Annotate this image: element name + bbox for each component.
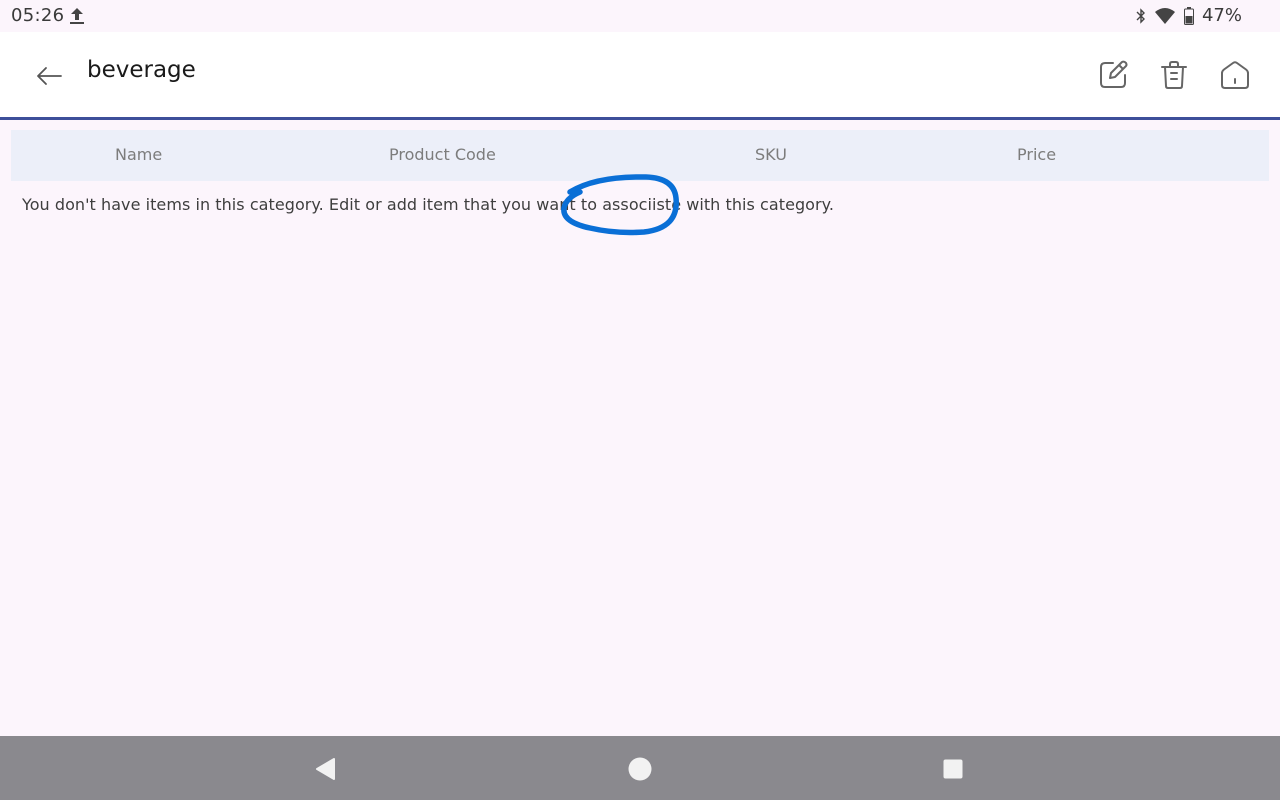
home-circle-icon <box>628 757 652 781</box>
back-triangle-icon <box>316 758 335 780</box>
nav-back-button[interactable] <box>310 754 340 784</box>
recents-square-icon <box>943 759 963 779</box>
trash-icon <box>1161 61 1187 89</box>
column-header-sku: SKU <box>755 145 787 164</box>
home-button[interactable] <box>1217 57 1253 93</box>
app-bar: beverage <box>0 32 1280 120</box>
status-bar: 05:26 47% <box>0 0 1280 32</box>
home-icon <box>1221 61 1249 89</box>
edit-icon <box>1100 60 1128 88</box>
delete-button[interactable] <box>1156 57 1192 93</box>
status-icons: 47% <box>1136 5 1242 26</box>
battery-icon <box>1183 6 1194 25</box>
bluetooth-icon <box>1136 7 1145 24</box>
empty-state-message: You don't have items in this category. E… <box>22 195 835 214</box>
arrow-left-icon <box>37 67 62 85</box>
wifi-icon <box>1154 7 1175 24</box>
page-title: beverage <box>87 57 196 83</box>
column-header-name: Name <box>115 145 163 164</box>
nav-recents-button[interactable] <box>938 754 968 784</box>
column-header-price: Price <box>1017 145 1057 164</box>
system-nav-bar <box>0 736 1280 800</box>
table-header: Name Product Code SKU Price <box>11 130 1269 181</box>
back-button[interactable] <box>30 57 68 95</box>
edit-button[interactable] <box>1095 57 1131 93</box>
nav-home-button[interactable] <box>625 754 655 784</box>
battery-percent: 47% <box>1201 5 1242 26</box>
status-time: 05:26 <box>11 5 65 26</box>
column-header-product-code: Product Code <box>389 145 496 164</box>
upload-icon <box>70 8 84 24</box>
